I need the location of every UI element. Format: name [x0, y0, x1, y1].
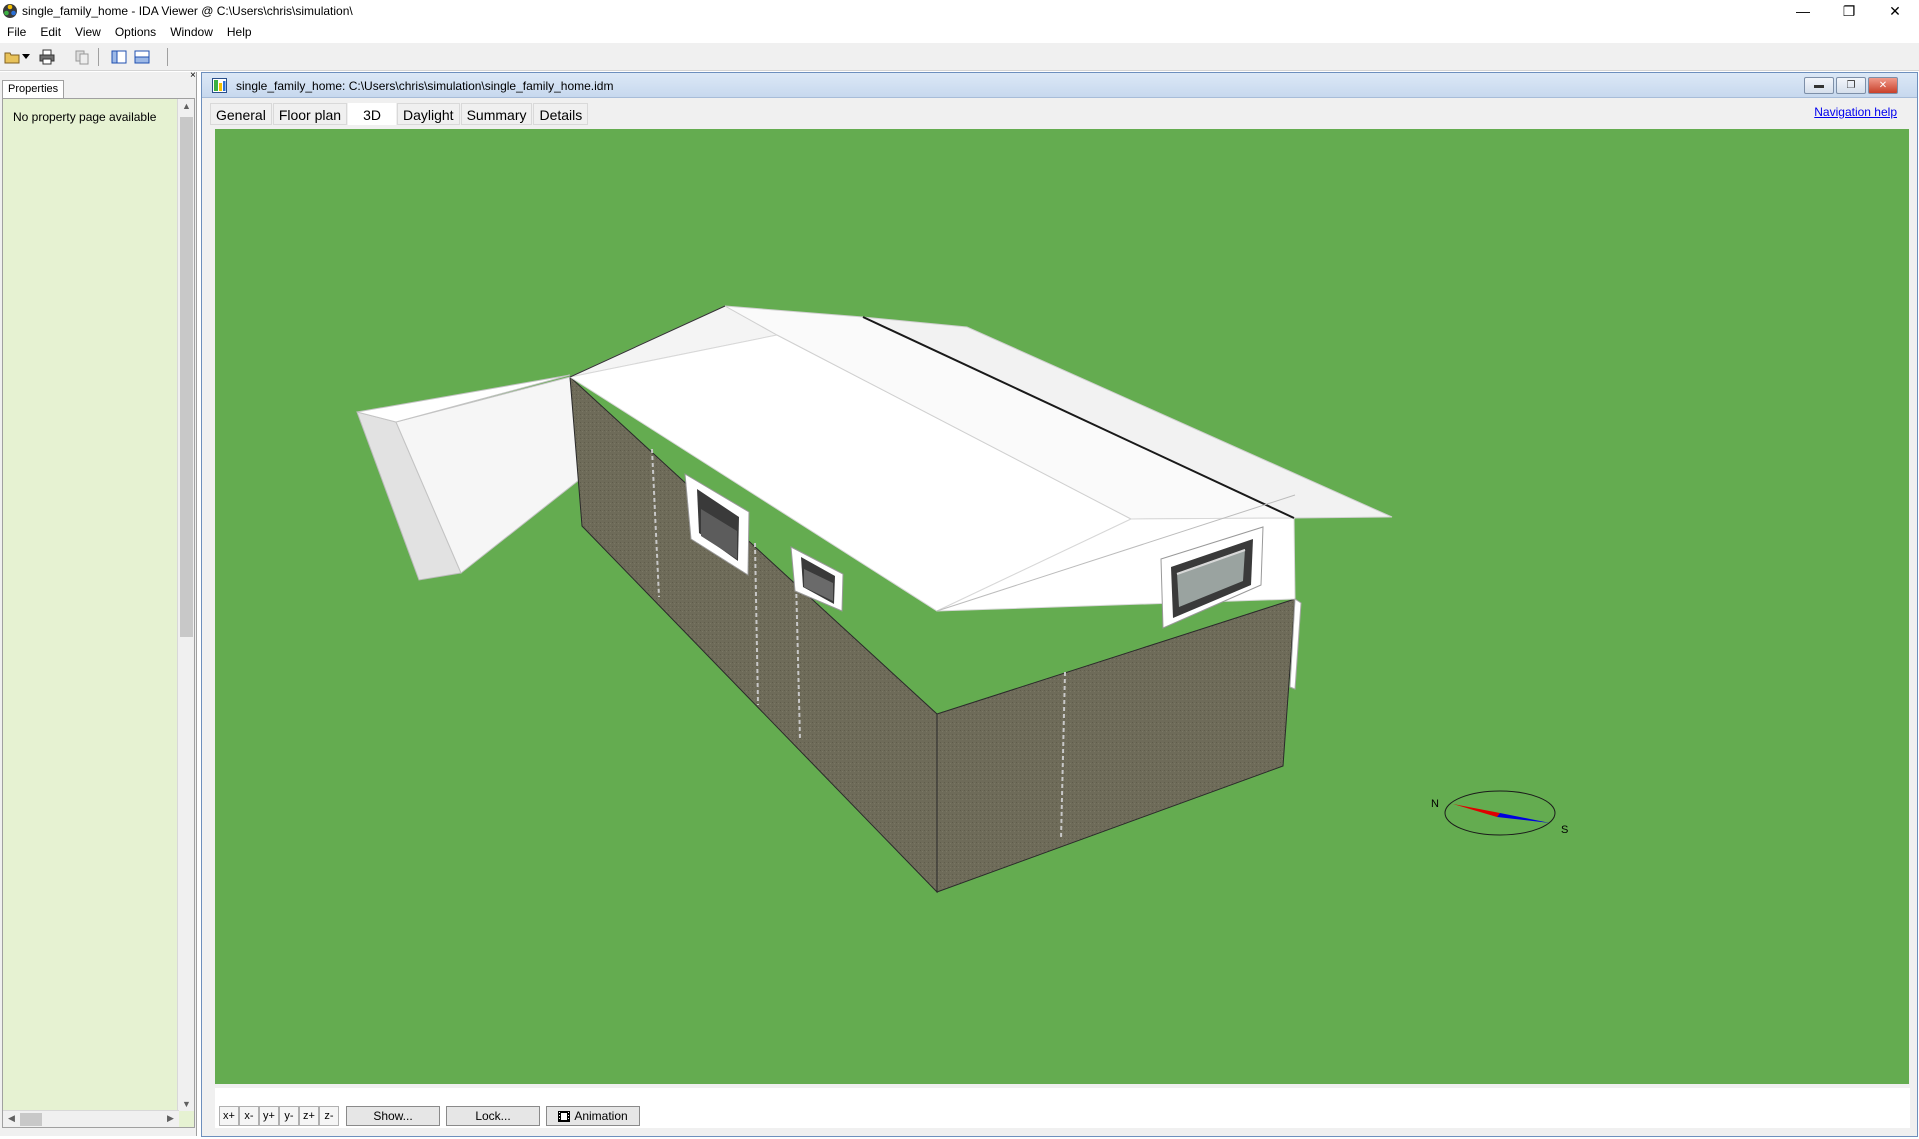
- toggle-bottom-panel-button[interactable]: [133, 48, 151, 66]
- scroll-left-icon[interactable]: ◀: [3, 1113, 20, 1124]
- view-tabs: General Floor plan 3D Daylight Summary D…: [210, 103, 589, 125]
- house-wall-south: [936, 598, 1296, 893]
- compass: N S: [1431, 790, 1568, 836]
- open-button[interactable]: [3, 48, 21, 66]
- doc-restore-button[interactable]: ❐: [1836, 77, 1866, 94]
- printer-icon: [39, 49, 55, 65]
- scroll-right-icon[interactable]: ▶: [162, 1113, 179, 1124]
- no-property-message: No property page available: [13, 110, 157, 124]
- view-x-minus-button[interactable]: x-: [239, 1106, 259, 1126]
- tab-details[interactable]: Details: [533, 103, 589, 125]
- menu-edit[interactable]: Edit: [33, 22, 68, 43]
- menu-window[interactable]: Window: [163, 22, 220, 43]
- toggle-side-panel-button[interactable]: [110, 48, 128, 66]
- close-button[interactable]: ✕: [1872, 0, 1918, 22]
- view-x-plus-button[interactable]: x+: [219, 1106, 239, 1126]
- toolbar-separator: [167, 48, 168, 66]
- scroll-thumb[interactable]: [20, 1113, 42, 1126]
- menu-file[interactable]: File: [0, 22, 33, 43]
- properties-panel: × Properties No property page available …: [0, 70, 197, 1136]
- bottom-panel-icon: [134, 50, 150, 64]
- view-y-plus-button[interactable]: y+: [259, 1106, 279, 1126]
- minimize-icon: ▬: [1814, 80, 1824, 91]
- tab-3d[interactable]: 3D: [348, 103, 396, 125]
- restore-icon: ❐: [1842, 2, 1856, 19]
- doc-close-button[interactable]: ✕: [1868, 77, 1898, 94]
- navigation-help-link[interactable]: Navigation help: [1814, 105, 1897, 119]
- document-title-bar: single_family_home: C:\Users\chris\simul…: [202, 73, 1917, 98]
- copy-icon: [75, 50, 89, 65]
- menu-help[interactable]: Help: [220, 22, 259, 43]
- menu-options[interactable]: Options: [108, 22, 163, 43]
- compass-north-needle: [1453, 804, 1500, 817]
- show-button[interactable]: Show...: [346, 1106, 440, 1126]
- document-title: single_family_home: C:\Users\chris\simul…: [236, 79, 614, 93]
- close-icon: ✕: [1878, 80, 1888, 91]
- copy-button[interactable]: [73, 48, 91, 66]
- properties-body: No property page available ▲ ▼ ◀ ▶: [2, 98, 195, 1128]
- doc-minimize-button[interactable]: ▬: [1804, 77, 1834, 94]
- tab-properties[interactable]: Properties: [2, 80, 65, 98]
- animation-label: Animation: [574, 1109, 628, 1123]
- compass-north-label: N: [1431, 798, 1439, 810]
- tab-daylight[interactable]: Daylight: [396, 103, 460, 125]
- close-icon: ✕: [1889, 2, 1901, 19]
- view-control-bar: x+ x- y+ y- z+ z- Show... Lock... Animat…: [215, 1088, 1910, 1128]
- compass-south-needle: [1497, 813, 1550, 823]
- print-button[interactable]: [38, 48, 56, 66]
- side-panel-icon: [111, 50, 127, 64]
- view-y-minus-button[interactable]: y-: [279, 1106, 299, 1126]
- document-window: single_family_home: C:\Users\chris\simul…: [201, 72, 1918, 1137]
- window-title: single_family_home - IDA Viewer @ C:\Use…: [22, 4, 353, 18]
- scroll-thumb[interactable]: [180, 117, 193, 637]
- scroll-up-icon[interactable]: ▲: [178, 101, 195, 111]
- ida-app-icon: [3, 4, 17, 18]
- close-panel-icon[interactable]: ×: [190, 70, 196, 81]
- tab-general[interactable]: General: [210, 103, 272, 125]
- toolbar: [0, 43, 1919, 71]
- minimize-button[interactable]: —: [1780, 0, 1826, 22]
- open-folder-icon: [4, 52, 20, 64]
- tab-summary[interactable]: Summary: [460, 103, 533, 125]
- lock-button[interactable]: Lock...: [446, 1106, 540, 1126]
- minimize-icon: —: [1796, 3, 1810, 19]
- open-dropdown-button[interactable]: [21, 48, 31, 66]
- toolbar-separator: [98, 48, 99, 66]
- title-bar: single_family_home - IDA Viewer @ C:\Use…: [0, 0, 1919, 22]
- properties-horizontal-scrollbar[interactable]: ◀ ▶: [3, 1110, 179, 1127]
- scroll-down-icon[interactable]: ▼: [178, 1099, 195, 1109]
- restore-button[interactable]: ❐: [1826, 0, 1872, 22]
- view-z-minus-button[interactable]: z-: [319, 1106, 339, 1126]
- animation-button[interactable]: Animation: [546, 1106, 640, 1126]
- dropdown-arrow-icon: [22, 54, 30, 59]
- restore-icon: ❐: [1846, 80, 1856, 91]
- viewport-scrollbar[interactable]: [1909, 129, 1917, 1084]
- tab-floor-plan[interactable]: Floor plan: [272, 103, 348, 125]
- properties-vertical-scrollbar[interactable]: ▲ ▼: [177, 99, 194, 1111]
- menu-bar: File Edit View Options Window Help: [0, 22, 1919, 43]
- menu-view[interactable]: View: [68, 22, 108, 43]
- document-icon: [212, 78, 227, 93]
- 3d-viewport[interactable]: N S: [215, 129, 1910, 1084]
- view-z-plus-button[interactable]: z+: [299, 1106, 319, 1126]
- film-icon: [558, 1110, 571, 1122]
- side-wing: [356, 374, 580, 581]
- compass-south-label: S: [1561, 824, 1568, 836]
- 3d-scene[interactable]: N S: [215, 129, 1910, 1084]
